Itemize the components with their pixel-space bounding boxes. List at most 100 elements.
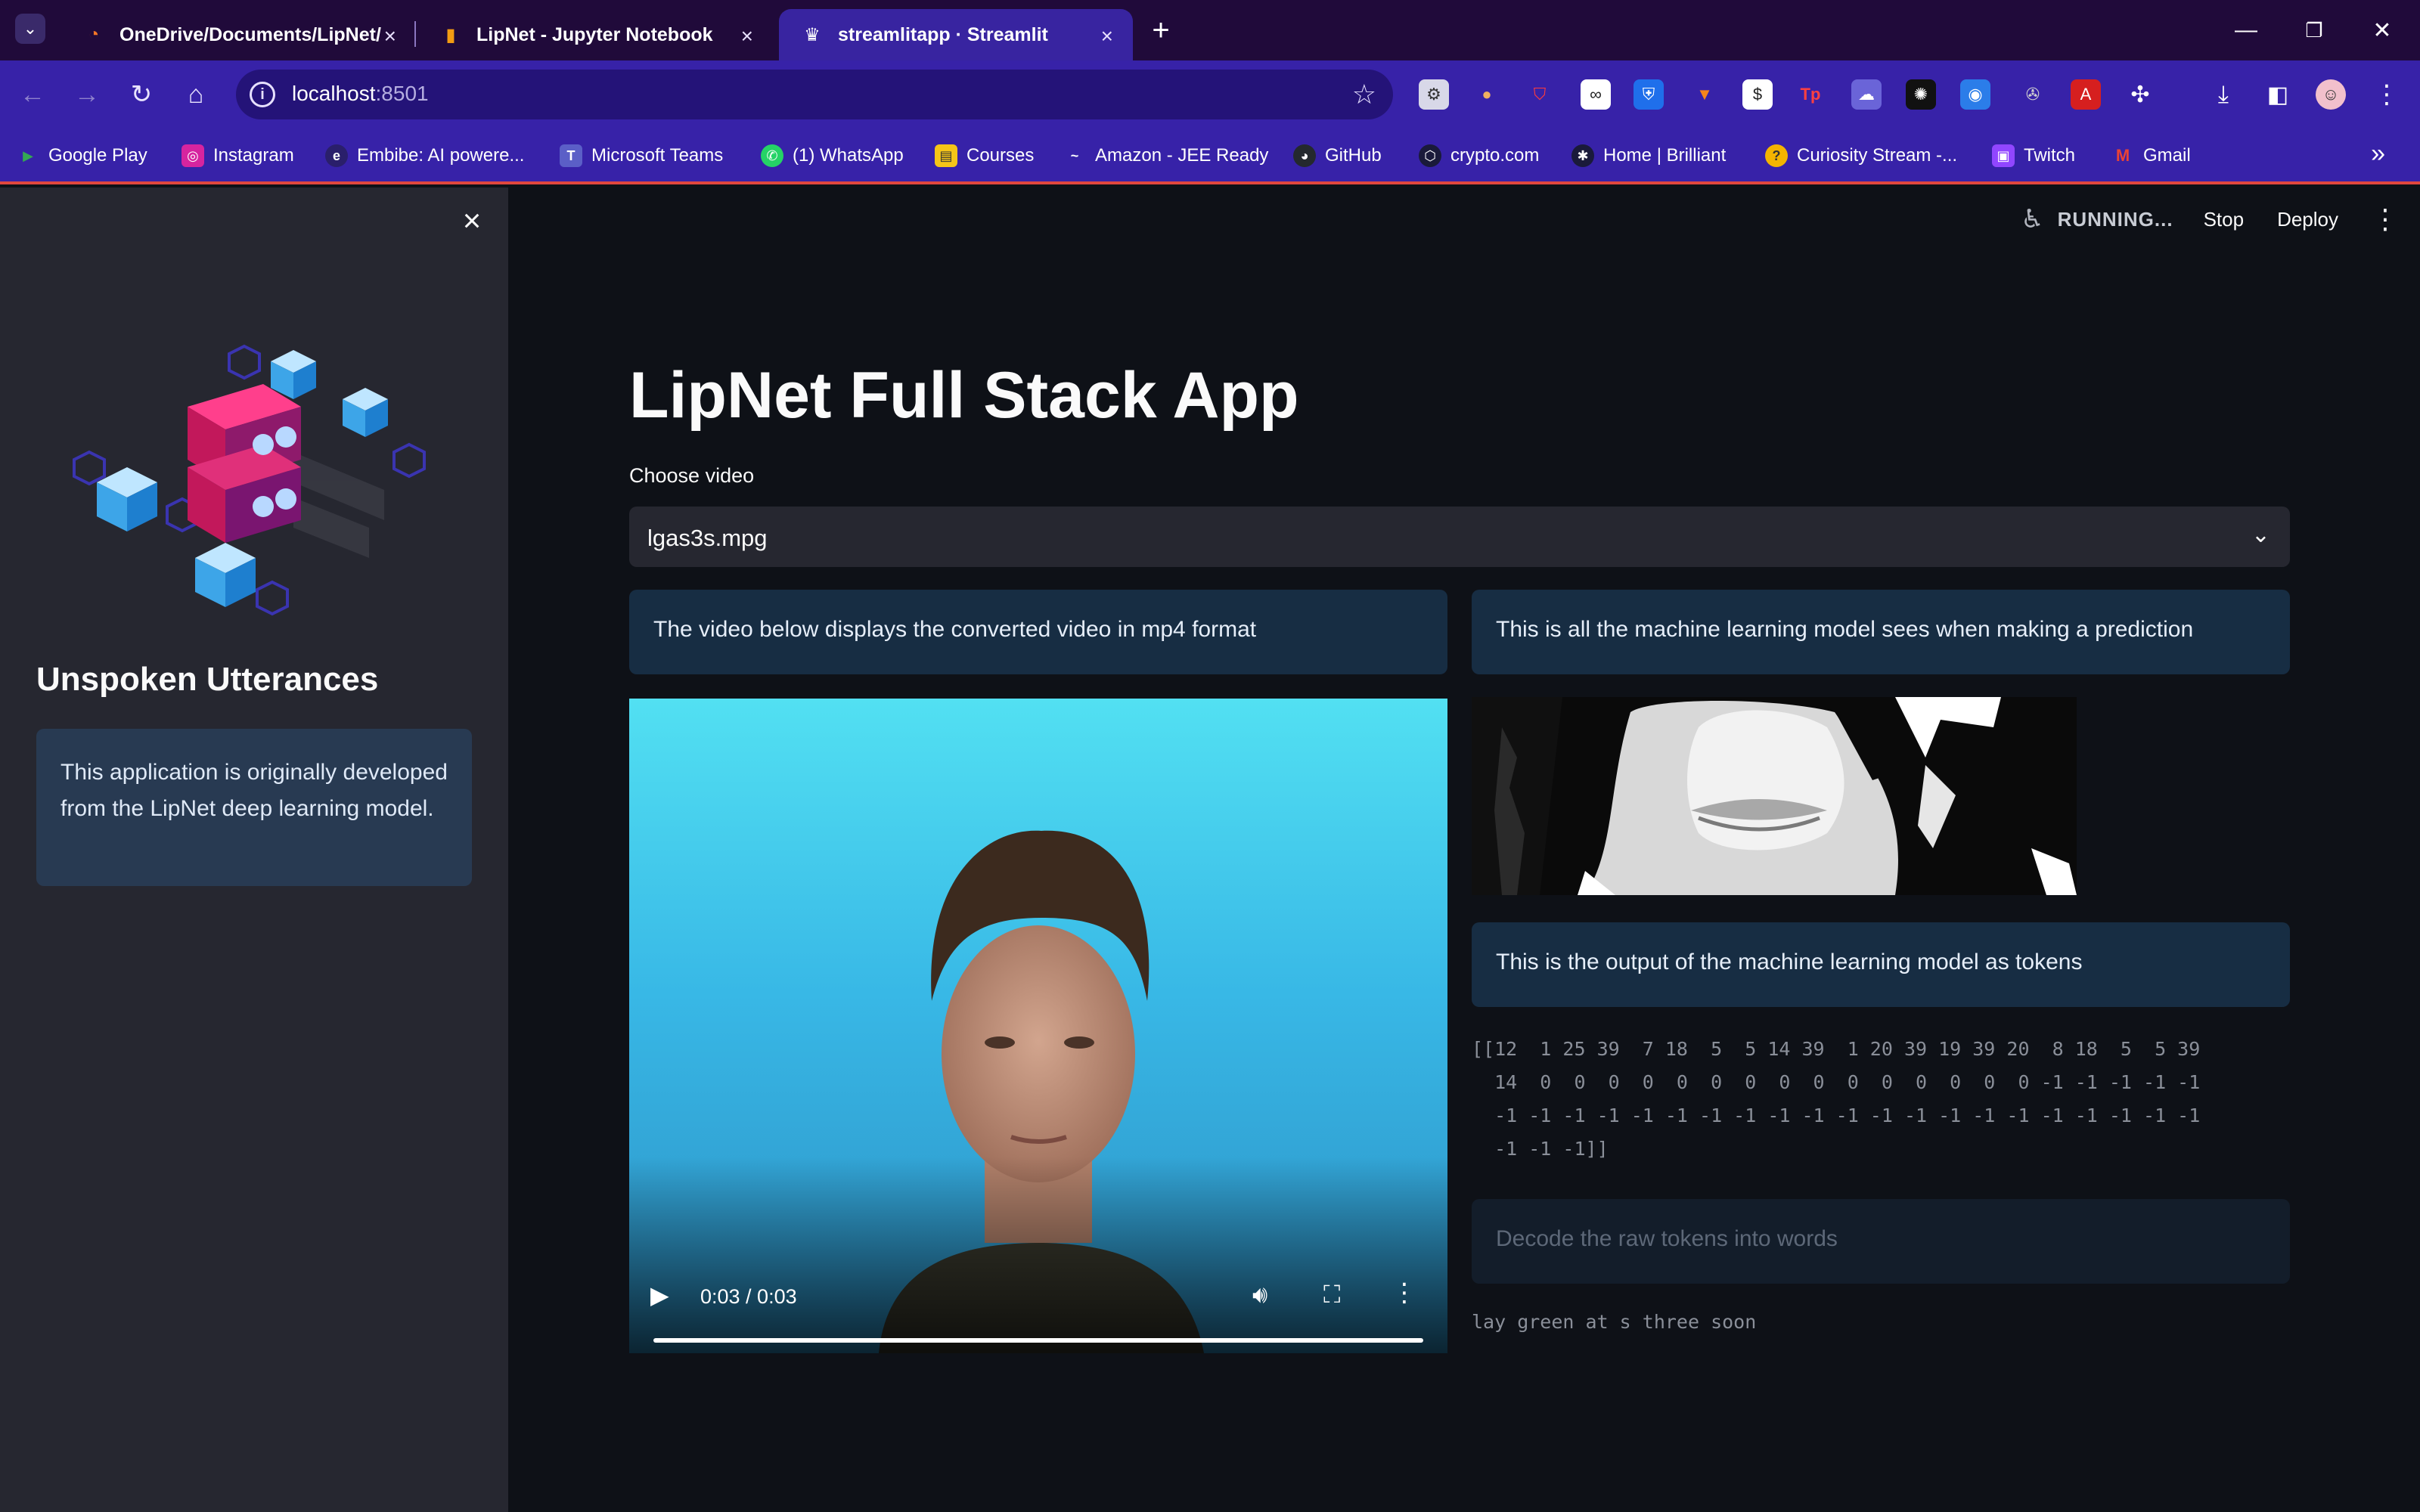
tp-extension-icon[interactable]: Tp	[1795, 79, 1826, 110]
embibe-icon: e	[325, 144, 348, 167]
shield-extension-icon[interactable]: ⛉	[1525, 79, 1555, 110]
bookmark-embibe[interactable]: e Embibe: AI powere...	[325, 139, 524, 172]
bookmark-gmail[interactable]: M Gmail	[2111, 139, 2191, 172]
instagram-icon: ◎	[182, 144, 204, 167]
reload-icon[interactable]: ↻	[123, 76, 160, 113]
selected-video: lgas3s.mpg	[647, 525, 768, 551]
select-label: Choose video	[629, 464, 755, 487]
stop-button[interactable]: Stop	[2204, 208, 2245, 231]
close-sidebar-icon[interactable]: ×	[455, 203, 489, 238]
metamask-extension-icon[interactable]: ▼	[1689, 79, 1720, 110]
tab-search-chevron-icon[interactable]: ⌄	[15, 14, 45, 44]
close-tab-icon[interactable]: ×	[1101, 24, 1113, 48]
bookmark-curiosity-stream[interactable]: ? Curiosity Stream -...	[1765, 139, 1957, 172]
back-icon[interactable]: ←	[14, 76, 51, 113]
whatsapp-icon: ✆	[761, 144, 783, 167]
address-bar[interactable]: i localhost:8501 ☆	[236, 70, 1393, 119]
bookmark-google-play[interactable]: ▶ Google Play	[17, 139, 147, 172]
twitch-icon: ▣	[1992, 144, 2015, 167]
bookmark-amazon[interactable]: ~ Amazon - JEE Ready	[1063, 139, 1269, 172]
bookmark-label: Instagram	[213, 145, 294, 166]
close-tab-icon[interactable]: ×	[741, 24, 753, 48]
tab-title: LipNet - Jupyter Notebook	[476, 23, 713, 45]
bookmark-star-icon[interactable]: ☆	[1352, 79, 1376, 110]
bitwarden-extension-icon[interactable]: ⛨	[1634, 79, 1664, 110]
pdf-extension-icon[interactable]: A	[2071, 79, 2101, 110]
volume-icon[interactable]: 🔊︎	[1252, 1281, 1267, 1309]
fullscreen-icon[interactable]: ⛶	[1323, 1281, 1340, 1309]
hexagon-shape	[392, 442, 426, 479]
bookmark-label: (1) WhatsApp	[793, 145, 904, 166]
video-player[interactable]: ▶ 0:03 / 0:03 🔊︎ ⛶ ⋮	[629, 699, 1447, 1353]
bookmark-whatsapp[interactable]: ✆ (1) WhatsApp	[761, 139, 904, 172]
bookmark-brilliant[interactable]: ✱ Home | Brilliant	[1571, 139, 1726, 172]
bookmark-label: Embibe: AI powere...	[357, 145, 525, 166]
ghost-extension-icon[interactable]: ☁	[1851, 79, 1882, 110]
bookmark-microsoft-teams[interactable]: T Microsoft Teams	[560, 139, 723, 172]
hexagon-shape	[256, 580, 289, 616]
github-icon: ◕	[1293, 144, 1316, 167]
bookmark-github[interactable]: ◕ GitHub	[1293, 139, 1382, 172]
info-model-view-box: This is all the machine learning model s…	[1472, 590, 2290, 674]
video-select[interactable]: lgas3s.mpg ⌄	[629, 507, 2290, 567]
browser-menu-icon[interactable]: ⋮	[2372, 79, 2402, 110]
courses-icon: ▤	[935, 144, 957, 167]
site-info-icon[interactable]: i	[250, 82, 275, 107]
decoded-output: lay green at s three soon	[1472, 1311, 1757, 1333]
bookmark-label: Twitch	[2024, 145, 2076, 166]
puzzle-icon[interactable]: ✣	[2125, 79, 2155, 110]
download-icon[interactable]: ⤓	[2208, 79, 2238, 110]
more-bookmarks-icon[interactable]: »	[2371, 139, 2385, 169]
extension-icon[interactable]: ⚙	[1419, 79, 1449, 110]
new-tab-icon[interactable]: +	[1146, 12, 1176, 48]
browser-nav-bar: ← → ↻ ⌂ i localhost:8501 ☆ ⚙ ● ⛉ ∞ ⛨ ▼ $…	[0, 60, 2420, 129]
bookmark-crypto[interactable]: ⬡ crypto.com	[1419, 139, 1539, 172]
gmail-icon: M	[2115, 146, 2130, 165]
deploy-button[interactable]: Deploy	[2277, 208, 2338, 231]
close-tab-icon[interactable]: ×	[384, 24, 396, 48]
restore-icon[interactable]: ❐	[2288, 11, 2341, 50]
teams-icon: T	[560, 144, 582, 167]
play-icon[interactable]: ▶	[650, 1281, 681, 1311]
browser-tab-onedrive[interactable]: ◔ OneDrive/Documents/LipNet/ ×	[60, 9, 416, 60]
bookmark-instagram[interactable]: ◎ Instagram	[182, 139, 294, 172]
glasses-extension-icon[interactable]: ∞	[1581, 79, 1611, 110]
decode-info-box: Decode the raw tokens into words	[1472, 1199, 2290, 1284]
side-panel-icon[interactable]: ◧	[2263, 79, 2293, 110]
bookmark-label: GitHub	[1325, 145, 1382, 166]
url-port: :8501	[375, 82, 429, 105]
bookmark-label: Gmail	[2143, 145, 2191, 166]
sidebar-title: Unspoken Utterances	[36, 661, 379, 698]
chatgpt-extension-icon[interactable]: ✺	[1906, 79, 1936, 110]
video-progress-bar[interactable]	[653, 1338, 1423, 1343]
bookmark-label: Courses	[966, 145, 1035, 166]
token-output: [[12 1 25 39 7 18 5 5 14 39 1 20 39 19 3…	[1472, 1038, 2201, 1160]
window-close-icon[interactable]: ✕	[2356, 11, 2409, 50]
browser-tab-streamlit[interactable]: ♛ streamlitapp · Streamlit ×	[779, 9, 1133, 60]
satellite-extension-icon[interactable]: ✇	[2018, 79, 2048, 110]
running-status: RUNNING...	[2057, 207, 2173, 231]
curiosity-icon: ?	[1765, 144, 1788, 167]
browser-tab-jupyter[interactable]: ▮ LipNet - Jupyter Notebook ×	[417, 9, 773, 60]
info-video-box: The video below displays the converted v…	[629, 590, 1447, 674]
profile-avatar[interactable]: ☺	[2316, 79, 2346, 110]
home-icon[interactable]: ⌂	[177, 76, 215, 113]
running-status-icon: ♿	[2021, 205, 2044, 234]
bookmarks-bar: ▶ Google Play ◎ Instagram e Embibe: AI powe…	[0, 129, 2420, 184]
speech-extension-icon[interactable]: ◉	[1960, 79, 1990, 110]
minimize-icon[interactable]: —	[2220, 11, 2273, 50]
bookmark-label: Amazon - JEE Ready	[1095, 145, 1269, 166]
forward-icon[interactable]: →	[68, 76, 106, 113]
video-more-icon[interactable]: ⋮	[1392, 1278, 1417, 1308]
bookmark-label: Microsoft Teams	[591, 145, 724, 166]
cookie-extension-icon[interactable]: ●	[1472, 79, 1502, 110]
main-menu-icon[interactable]: ⋮	[2372, 203, 2399, 235]
tab-title: streamlitapp · Streamlit	[838, 23, 1048, 45]
bookmark-twitch[interactable]: ▣ Twitch	[1992, 139, 2075, 172]
bookmark-label: Google Play	[48, 145, 147, 166]
bookmark-courses[interactable]: ▤ Courses	[935, 139, 1034, 172]
dollar-extension-icon[interactable]: $	[1742, 79, 1773, 110]
crypto-icon: ⬡	[1419, 144, 1441, 167]
brilliant-icon: ✱	[1571, 144, 1594, 167]
isometric-server-illustration	[73, 344, 426, 616]
